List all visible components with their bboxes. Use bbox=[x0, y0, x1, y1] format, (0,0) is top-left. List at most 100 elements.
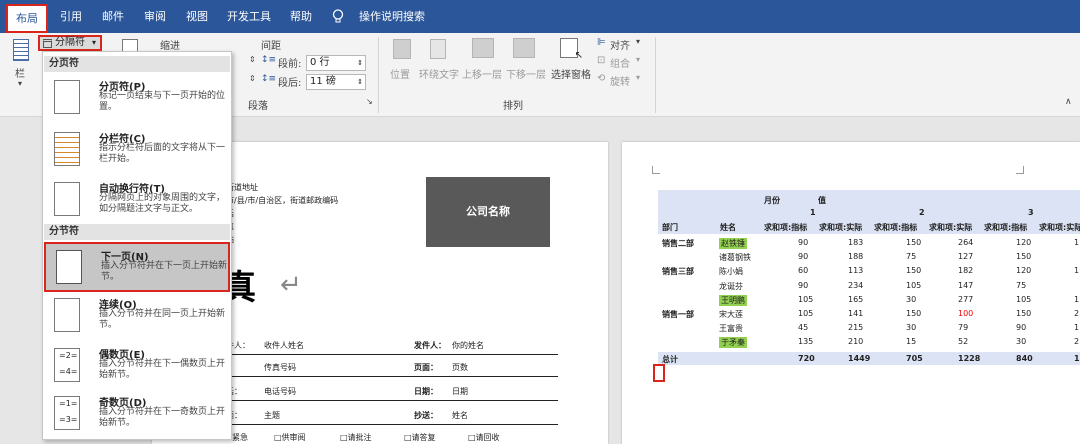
bring-forward-icon[interactable] bbox=[472, 38, 494, 58]
divider bbox=[226, 424, 558, 425]
chevron-down-icon: ▾ bbox=[92, 38, 97, 47]
value-cell: 1 bbox=[1074, 266, 1080, 276]
column-header-actual: 求和项:实际 bbox=[819, 223, 863, 232]
send-backward-label[interactable]: 下移一层 bbox=[506, 66, 546, 81]
group-icon: ⊡ bbox=[597, 55, 606, 66]
columns-label[interactable]: 栏 bbox=[15, 65, 25, 80]
company-name-box[interactable]: 公司名称 bbox=[426, 177, 550, 247]
value-cell: 2 bbox=[1074, 337, 1080, 347]
align-icon: ⊫ bbox=[597, 37, 606, 48]
total-cell: 1228 bbox=[958, 354, 981, 363]
selection-pane-label[interactable]: 选择窗格 bbox=[551, 66, 591, 81]
tab-layout[interactable]: 布局 bbox=[6, 4, 48, 33]
value-cell: 135 bbox=[798, 337, 814, 347]
cursor-paragraph-mark[interactable] bbox=[653, 364, 665, 382]
space-before-input[interactable]: 0 行 ⇕ bbox=[306, 55, 366, 71]
selection-pane-icon[interactable]: ↖ bbox=[560, 38, 583, 61]
value-cell: 182 bbox=[958, 266, 974, 276]
value-cell: 215 bbox=[848, 323, 864, 333]
rotate-button[interactable]: 旋转 bbox=[610, 73, 630, 88]
spinner-icon[interactable]: ⇕ bbox=[357, 56, 363, 70]
phone-value[interactable]: 电话号码 bbox=[264, 386, 296, 397]
dept-cell: 销售二部 bbox=[662, 239, 694, 248]
menu-item-odd-page[interactable]: =1= =3= 奇数页(D) 插入分节符并在下一奇数页上开始新节。 bbox=[44, 390, 230, 440]
urgent-checkbox[interactable]: 紧急 bbox=[232, 432, 248, 443]
spinner-icon[interactable]: ⇕ bbox=[249, 74, 256, 83]
tell-me-search[interactable]: 操作说明搜索 bbox=[352, 0, 432, 33]
columns-icon[interactable] bbox=[13, 39, 29, 61]
value-cell: 90 bbox=[798, 280, 809, 290]
menu-item-next-page[interactable]: 下一页(N) 插入分节符并在下一页上开始新节。 bbox=[44, 242, 230, 292]
position-label[interactable]: 位置 bbox=[390, 66, 410, 81]
tab-review[interactable]: 审阅 bbox=[140, 0, 170, 33]
total-cell: 705 bbox=[906, 354, 923, 363]
value-cell: 15 bbox=[906, 337, 917, 347]
bring-forward-label[interactable]: 上移一层 bbox=[462, 66, 502, 81]
menu-item-continuous[interactable]: 连续(O) 插入分节符并在同一页上开始新节。 bbox=[44, 292, 230, 342]
value-cell: 127 bbox=[958, 252, 974, 262]
value-cell: 105 bbox=[906, 280, 922, 290]
collapse-ribbon-icon[interactable]: ∧ bbox=[1065, 97, 1072, 107]
tab-help[interactable]: 帮助 bbox=[286, 0, 316, 33]
menu-item-column-break[interactable]: 分栏符(C) 指示分栏符后面的文字将从下一栏开始。 bbox=[44, 126, 230, 176]
reply-checkbox[interactable]: □请答复 bbox=[404, 432, 436, 443]
tab-developer[interactable]: 开发工具 bbox=[224, 0, 274, 33]
total-cell: 1449 bbox=[848, 354, 871, 363]
columns-dropdown-icon[interactable]: ▾ bbox=[18, 79, 22, 88]
recycle-checkbox[interactable]: □请回收 bbox=[468, 432, 500, 443]
wrap-text-icon[interactable] bbox=[430, 39, 446, 59]
divider bbox=[226, 376, 558, 377]
indent-label: 缩进 bbox=[160, 41, 180, 52]
subject-value[interactable]: 主题 bbox=[264, 410, 280, 421]
value-cell: 1 bbox=[1074, 238, 1080, 247]
spinner-icon[interactable]: ⇕ bbox=[249, 55, 256, 64]
value-header: 值 bbox=[818, 196, 826, 205]
text-wrapping-break-icon bbox=[54, 182, 80, 216]
chevron-down-icon[interactable]: ▾ bbox=[636, 37, 640, 46]
breaks-icon bbox=[43, 39, 52, 48]
month-number: 1 bbox=[810, 208, 816, 217]
group-separator bbox=[655, 37, 656, 113]
value-cell: 75 bbox=[906, 252, 917, 262]
dialog-launcher-icon[interactable]: ↘ bbox=[366, 97, 373, 106]
value-cell: 1 bbox=[1074, 323, 1080, 333]
menu-item-text-wrapping-break[interactable]: 自动换行符(T) 分隔网页上的对象周围的文字，如分隔题注文字与正文。 bbox=[44, 176, 230, 226]
review-checkbox[interactable]: □供审阅 bbox=[274, 432, 306, 443]
menu-item-page-break[interactable]: 分页符(P) 标记一页结束与下一页开始的位置。 bbox=[44, 74, 230, 124]
comment-checkbox[interactable]: □请批注 bbox=[340, 432, 372, 443]
value-cell: 75 bbox=[1016, 280, 1027, 290]
column-header-actual: 求和项:实际 bbox=[1039, 223, 1080, 232]
tab-references[interactable]: 引用 bbox=[56, 0, 86, 33]
name-cell: 龙诞芬 bbox=[719, 281, 743, 291]
date-value[interactable]: 日期 bbox=[452, 386, 468, 397]
value-cell: 105 bbox=[798, 309, 814, 318]
menu-item-desc: 插入分节符并在下一页上开始新节。 bbox=[101, 261, 228, 282]
page-breaks-header: 分页符 bbox=[44, 56, 230, 72]
breaks-button[interactable]: 分隔符 ▾ bbox=[38, 35, 102, 51]
from-value[interactable]: 你的姓名 bbox=[452, 340, 484, 351]
value-cell: 100 bbox=[958, 309, 974, 318]
align-button[interactable]: 对齐 bbox=[610, 37, 630, 52]
menu-item-even-page[interactable]: =2= =4= 偶数页(E) 插入分节符并在下一偶数页上开始新节。 bbox=[44, 342, 230, 392]
space-after-input[interactable]: 11 磅 ⇕ bbox=[306, 74, 366, 90]
tab-view[interactable]: 视图 bbox=[182, 0, 212, 33]
paragraph-group-label: 段落 bbox=[248, 101, 268, 112]
spinner-icon[interactable]: ⇕ bbox=[357, 75, 363, 89]
fax-number-value[interactable]: 传真号码 bbox=[264, 362, 296, 373]
menu-item-desc: 插入分节符并在下一偶数页上开始新节。 bbox=[99, 359, 226, 380]
group-button[interactable]: 组合 bbox=[610, 55, 630, 70]
value-cell: 150 bbox=[906, 238, 922, 247]
value-cell: 141 bbox=[848, 309, 864, 318]
wrap-text-label[interactable]: 环绕文字 bbox=[419, 66, 459, 81]
position-icon[interactable] bbox=[393, 39, 411, 59]
tab-mailings[interactable]: 邮件 bbox=[98, 0, 128, 33]
dept-cell: 销售三部 bbox=[662, 267, 694, 277]
cc-label: 抄送： bbox=[414, 411, 438, 420]
pages-value[interactable]: 页数 bbox=[452, 362, 468, 373]
to-value[interactable]: 收件人姓名 bbox=[264, 340, 304, 351]
group-separator bbox=[378, 37, 379, 113]
chevron-down-icon[interactable]: ▾ bbox=[636, 73, 640, 82]
cc-value[interactable]: 姓名 bbox=[452, 410, 468, 421]
send-backward-icon[interactable] bbox=[513, 38, 535, 58]
chevron-down-icon[interactable]: ▾ bbox=[636, 55, 640, 64]
